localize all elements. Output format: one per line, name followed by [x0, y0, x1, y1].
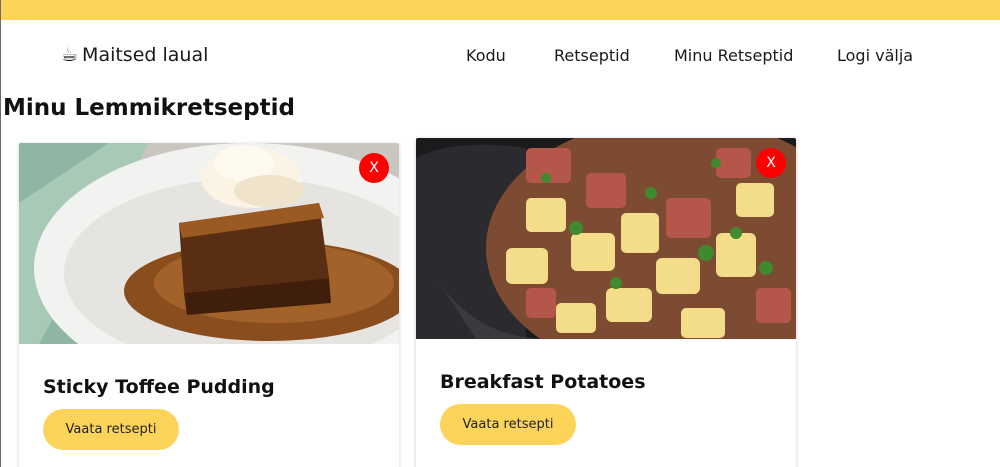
nav-item-recipes[interactable]: Retseptid — [554, 46, 630, 65]
sticky-toffee-pudding-photo — [19, 143, 399, 344]
recipe-title: Breakfast Potatoes — [440, 371, 646, 393]
view-recipe-button[interactable]: Vaata retsepti — [43, 409, 179, 450]
remove-favorite-button[interactable]: X — [359, 153, 389, 183]
remove-favorite-button[interactable]: X — [756, 148, 786, 178]
nav-item-home[interactable]: Kodu — [466, 46, 506, 65]
page-title: Minu Lemmikretseptid — [3, 95, 295, 121]
nav-item-logout[interactable]: Logi välja — [837, 46, 913, 65]
recipe-card: X Sticky Toffee Pudding Vaata retsepti — [19, 143, 399, 467]
recipe-card: X Breakfast Potatoes Vaata retsepti — [416, 138, 796, 467]
recipe-title: Sticky Toffee Pudding — [43, 376, 275, 398]
nav-item-my-recipes[interactable]: Minu Retseptid — [674, 46, 793, 65]
breakfast-potatoes-photo — [416, 138, 796, 339]
nav-links: Kodu Retseptid Minu Retseptid Logi välja — [1, 46, 1000, 70]
top-accent-bar — [1, 0, 1000, 20]
recipe-image: X — [19, 143, 399, 344]
view-recipe-button[interactable]: Vaata retsepti — [440, 404, 576, 445]
navbar: ☕ Maitsed laual Kodu Retseptid Minu Rets… — [1, 20, 1000, 92]
recipe-image: X — [416, 138, 796, 339]
